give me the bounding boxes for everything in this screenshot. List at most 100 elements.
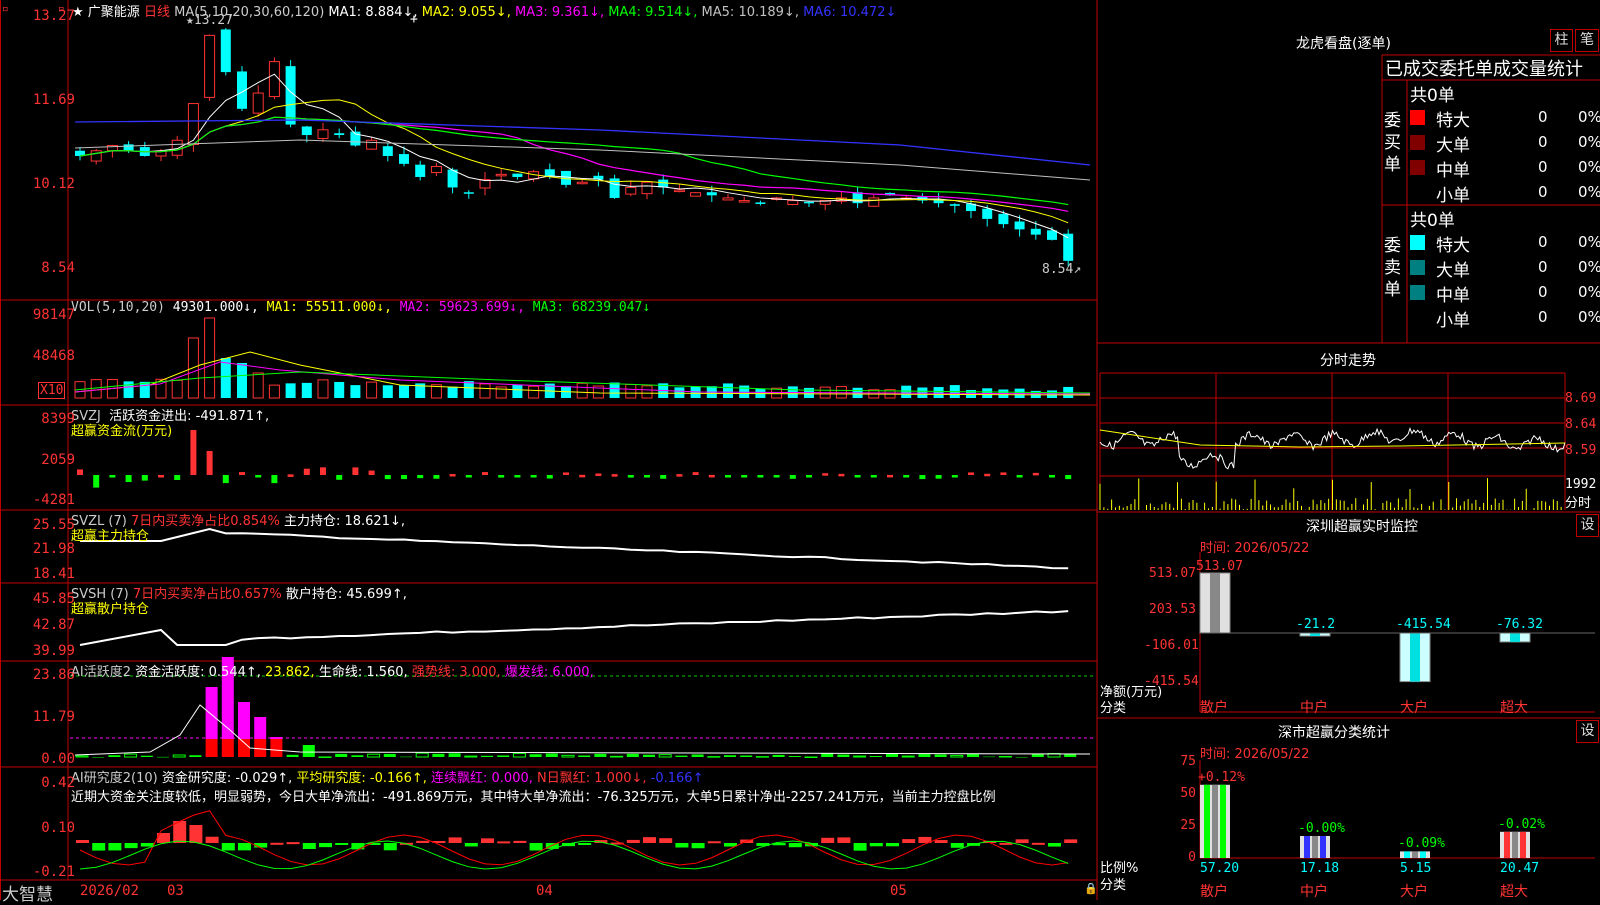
flow-bar: [611, 474, 618, 477]
activity-bar: [869, 756, 882, 757]
flow-bar: [125, 475, 132, 483]
activity-bar: [691, 754, 704, 757]
candle-up: [366, 139, 378, 150]
retail-holding-line: [79, 610, 1069, 646]
intraday-axis-1: 8.64: [1565, 417, 1597, 432]
activity-bar: [351, 755, 364, 757]
classify-bar-accent-right-1: [1320, 836, 1326, 858]
flow-bar: [384, 475, 391, 480]
period-label[interactable]: 日线: [144, 5, 170, 20]
candle-down: [706, 192, 717, 196]
research-bar: [319, 843, 332, 848]
monitor-time: 时间: 2026/05/22: [1200, 541, 1310, 556]
flow-bar: [449, 474, 456, 477]
sell-row-swatch-3: [1410, 310, 1425, 325]
classify-change-3: -0.02%: [1498, 816, 1545, 832]
bar-mode-button[interactable]: 柱: [1550, 29, 1573, 52]
buy-row-pct-1: 0%: [1578, 133, 1600, 151]
ai2-header: AI研究度2(10) 资金研究度: -0.029↑, 平均研究度: -0.166…: [71, 771, 704, 786]
flow-bar: [141, 475, 148, 481]
ai2-axis-0: 0.42: [41, 775, 75, 791]
research-bar: [643, 837, 656, 843]
activity-bar-base: [205, 739, 218, 757]
flow-bar: [1049, 475, 1055, 478]
research-bar: [124, 843, 138, 849]
flow-bar: [595, 473, 602, 476]
volume-bar-up: [204, 317, 216, 399]
vol-header: VOL(5,10,20) 49301.000↓, MA1: 55511.000↓…: [71, 300, 651, 315]
flow-bar: [158, 475, 164, 478]
classify-axis-0: 75: [1180, 754, 1196, 769]
research-bar: [950, 843, 964, 848]
candle-down: [1014, 221, 1025, 230]
activity-bar: [998, 755, 1012, 758]
buy-row-pct-3: 0%: [1578, 183, 1600, 201]
research-bar: [270, 842, 284, 845]
svzj-axis-1: 2059: [41, 452, 75, 468]
flow-bar: [530, 475, 537, 478]
activity-bar: [75, 755, 89, 758]
date-label-1: 03: [167, 883, 184, 899]
monitor-title: 深圳超赢实时监控: [1306, 519, 1418, 535]
classify-settings-button[interactable]: 设: [1576, 720, 1599, 743]
ma3-value: MA3: 9.361↓,: [514, 5, 605, 20]
volume-bar-up: [528, 385, 540, 399]
monitor-bar-core-3: [1510, 633, 1520, 642]
price-axis-3: 8.54: [41, 260, 75, 276]
activity-bar: [1064, 754, 1077, 757]
monitor-cat-1: 中户: [1300, 700, 1328, 716]
research-bar: [416, 840, 430, 843]
stock-name[interactable]: 广聚能源: [88, 5, 140, 20]
flow-bar: [271, 475, 278, 484]
volume-bar-down: [512, 384, 523, 398]
flow-bar: [887, 474, 893, 478]
monitor-bar-core-2: [1410, 633, 1420, 682]
intraday-axis-0: 8.69: [1565, 391, 1597, 406]
intraday-title: 分时走势: [1320, 353, 1376, 369]
monitor-settings-button[interactable]: 设: [1576, 514, 1599, 537]
activity-bar: [157, 756, 169, 758]
activity-bar: [415, 752, 429, 758]
flow-bar: [109, 475, 116, 478]
flow-bar: [368, 470, 375, 475]
flow-bar: [417, 475, 424, 479]
flow-bar: [838, 473, 845, 477]
flow-bar: [757, 475, 764, 478]
candle-up: [787, 200, 799, 205]
activity-bar: [545, 753, 558, 757]
sell-row-swatch-2: [1410, 285, 1425, 300]
classify-bar-accent-left-1: [1304, 836, 1310, 858]
research-bar: [189, 825, 203, 843]
candle-down: [512, 173, 523, 177]
sell-row-swatch-1: [1410, 260, 1425, 275]
candle-up: [268, 61, 280, 98]
activity-bar: [643, 754, 655, 757]
buy-row-count-0: 0: [1538, 108, 1548, 126]
flow-bar: [563, 472, 569, 475]
tick-mode-button[interactable]: 笔: [1575, 29, 1599, 52]
crosshair-icon: +: [410, 12, 418, 27]
volume-bar-up: [317, 379, 329, 399]
research-bar: [76, 840, 89, 843]
lock-icon[interactable]: 🔒: [1084, 882, 1098, 895]
ai1-axis-2: 0.00: [41, 751, 75, 767]
buy-row-count-1: 0: [1538, 133, 1548, 151]
research-bar: [869, 843, 883, 847]
ma4-line: [79, 116, 1069, 206]
high-price-label: ★13.27: [186, 13, 233, 28]
flow-bar: [482, 472, 488, 475]
activity-bar: [561, 754, 575, 758]
research-bar: [513, 840, 527, 843]
candle-up: [625, 186, 637, 195]
flow-bar: [984, 473, 991, 477]
candle-up: [252, 92, 264, 114]
classify-cat-0: 散户: [1200, 884, 1228, 900]
ai2-description: 近期大资金关注度较低，明显弱势，今日大单净流出：-491.869万元，其中特大单…: [71, 790, 996, 805]
buy-row-name-0: 特大: [1436, 111, 1470, 131]
flow-bar: [222, 475, 229, 484]
flow-bar: [1065, 475, 1072, 480]
ai2-axis-2: -0.21: [32, 864, 75, 880]
flow-bar: [935, 475, 942, 479]
buy-row-name-1: 大单: [1436, 136, 1470, 156]
volume-bar-down: [966, 389, 976, 398]
